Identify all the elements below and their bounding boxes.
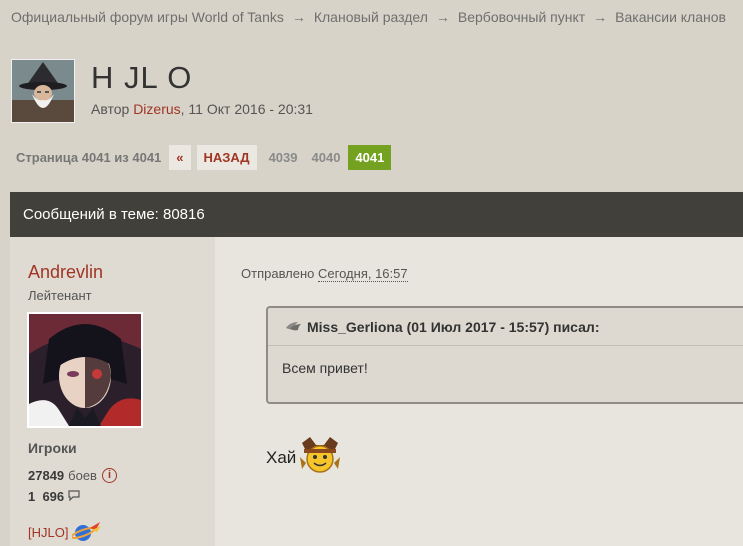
clan-link[interactable]: [HJLO] <box>28 525 68 540</box>
quote-header: Miss_Gerliona (01 Июл 2017 - 15:57) писа… <box>268 308 743 346</box>
post-text: Хай <box>266 433 344 482</box>
post-author-panel: Andrevlin Лейтенант Игроки 27849 боев i <box>10 237 215 546</box>
user-group: Игроки <box>28 440 77 456</box>
author-prefix: Автор <box>91 101 130 117</box>
breadcrumb-link-recruitment[interactable]: Вербовочный пункт <box>458 9 585 25</box>
user-clan: [HJLO] <box>28 520 102 545</box>
topic-posts-bar: Сообщений в теме: 80816 <box>10 192 743 237</box>
quote-block: Miss_Gerliona (01 Июл 2017 - 15:57) писа… <box>266 306 743 404</box>
page-info: Страница 4041 из 4041 <box>16 150 162 165</box>
post: Andrevlin Лейтенант Игроки 27849 боев i <box>10 237 743 546</box>
user-posts-count: 1 696 <box>28 489 65 504</box>
battles-count: 27849 <box>28 468 65 483</box>
smiley-icon <box>296 433 344 482</box>
topic-meta: Автор Dizerus, 11 Окт 2016 - 20:31 <box>91 101 313 117</box>
topic-date: , 11 Окт 2016 - 20:31 <box>180 101 313 117</box>
user-battles: 27849 боев i <box>28 468 117 483</box>
back-button[interactable]: НАЗАД <box>196 145 257 170</box>
breadcrumb-link-vacancies[interactable]: Вакансии кланов <box>615 9 726 25</box>
post-date-link[interactable]: Сегодня, 16:57 <box>318 266 408 282</box>
topic-title: H JL O <box>91 60 193 95</box>
post-author-avatar[interactable] <box>27 312 143 428</box>
user-rank: Лейтенант <box>28 288 92 303</box>
comment-icon <box>68 489 80 504</box>
first-page-button[interactable]: « <box>169 145 191 170</box>
post-author-name[interactable]: Andrevlin <box>28 262 103 283</box>
breadcrumb: Официальный форум игры World of Tanks → Кл… <box>11 9 726 25</box>
pagination: Страница 4041 из 4041 « НАЗАД 4039 4040 … <box>16 145 392 170</box>
page-link-4039[interactable]: 4039 <box>263 145 304 170</box>
breadcrumb-separator: → <box>291 9 306 25</box>
current-page: 4041 <box>348 145 392 170</box>
info-icon[interactable]: i <box>101 468 117 483</box>
breadcrumb-separator: → <box>435 9 450 25</box>
topic-author-link[interactable]: Dizerus <box>133 101 180 117</box>
quote-icon[interactable] <box>284 318 302 335</box>
breadcrumb-link-forum[interactable]: Официальный форум игры World of Tanks <box>11 9 284 25</box>
quote-text: Всем привет! <box>282 360 368 376</box>
page-link-4040[interactable]: 4040 <box>306 145 347 170</box>
clan-emblem-icon[interactable] <box>71 520 102 545</box>
user-posts: 1 696 <box>28 489 80 504</box>
posts-count: Сообщений в теме: 80816 <box>23 206 205 223</box>
breadcrumb-separator: → <box>593 9 608 25</box>
post-message: Хай <box>266 447 297 467</box>
quote-author: Miss_Gerliona (01 Июл 2017 - 15:57) писа… <box>307 318 600 335</box>
battles-label: боев <box>68 468 97 483</box>
post-date: Отправлено Сегодня, 16:57 <box>241 266 408 282</box>
post-date-prefix: Отправлено <box>241 266 315 281</box>
breadcrumb-link-clan-section[interactable]: Клановый раздел <box>314 9 428 25</box>
topic-author-avatar[interactable] <box>11 59 75 123</box>
